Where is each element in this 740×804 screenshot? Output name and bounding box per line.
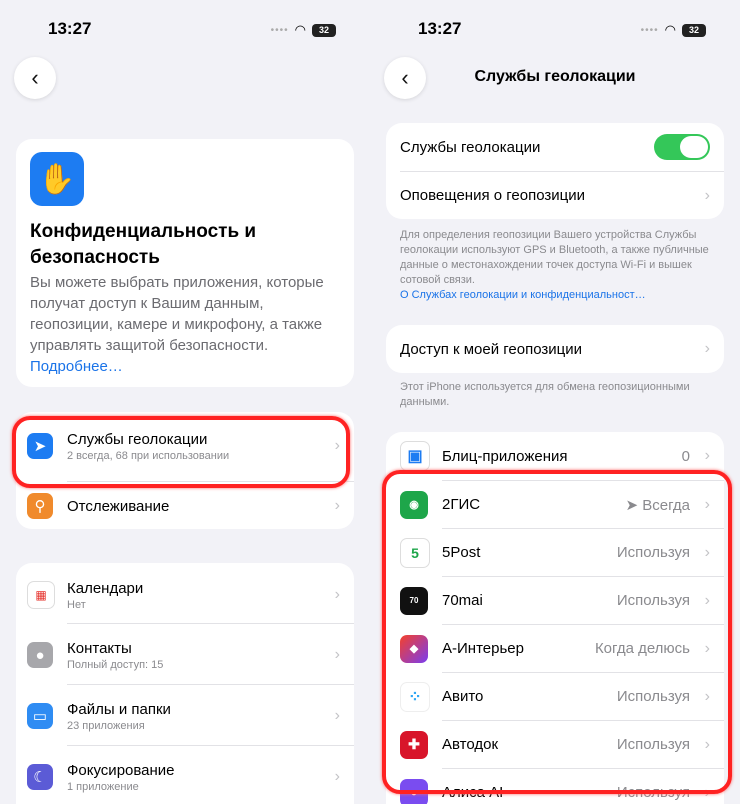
chevron-left-icon: ‹ bbox=[31, 65, 39, 90]
tracking-icon: ⚲ bbox=[27, 493, 53, 519]
status-time: 13:27 bbox=[48, 19, 92, 38]
highlight-location-row bbox=[12, 416, 350, 488]
row-title: Отслеживание bbox=[67, 497, 170, 515]
row-subtitle: Полный доступ: 15 bbox=[67, 658, 164, 671]
chevron-right-icon: › bbox=[704, 186, 710, 204]
row-contacts[interactable]: ● Контакты Полный доступ: 15 › bbox=[16, 631, 354, 679]
status-bar: 13:27 •••• ◠ 32 bbox=[0, 0, 370, 52]
share-location-group: Доступ к моей геопозиции › bbox=[386, 325, 724, 373]
row-subtitle: Нет bbox=[67, 598, 86, 611]
row-title: Фокусирование bbox=[67, 761, 175, 779]
row-tracking[interactable]: ⚲ Отслеживание › bbox=[16, 484, 354, 528]
more-link[interactable]: Подробнее… bbox=[30, 358, 123, 375]
row-title: Контакты bbox=[67, 639, 132, 657]
status-time: 13:27 bbox=[418, 19, 462, 38]
wifi-icon: ◠ bbox=[294, 22, 306, 37]
row-focus[interactable]: ☾ Фокусирование 1 приложение › bbox=[16, 753, 354, 801]
contacts-icon: ● bbox=[27, 642, 53, 668]
chevron-right-icon: › bbox=[334, 707, 340, 724]
privacy-info-link[interactable]: О Службах геолокации и конфиденциальност… bbox=[400, 289, 646, 301]
status-icons: •••• ◠ 32 bbox=[641, 22, 706, 38]
divider bbox=[67, 745, 354, 746]
app-name: Блиц-приложения bbox=[442, 447, 568, 465]
status-icons: •••• ◠ 32 bbox=[271, 22, 336, 38]
wifi-icon: ◠ bbox=[664, 22, 676, 37]
permissions-group: ▦ Календари Нет › ● Контакты Полный дост… bbox=[16, 563, 354, 804]
page-title: Конфиденциальность и безопасность bbox=[30, 221, 257, 268]
battery-icon: 32 bbox=[682, 23, 706, 37]
highlight-apps-list bbox=[382, 470, 732, 794]
app-clips-icon: ▣ bbox=[400, 441, 430, 471]
battery-icon: 32 bbox=[312, 23, 336, 37]
divider bbox=[67, 684, 354, 685]
row-title: Файлы и папки bbox=[67, 700, 171, 718]
note-text: Для определения геопозиции Вашего устрой… bbox=[400, 229, 709, 286]
chevron-right-icon: › bbox=[334, 768, 340, 785]
share-note: Этот iPhone используется для обмена геоп… bbox=[400, 381, 690, 408]
location-info-note: Для определения геопозиции Вашего устрой… bbox=[400, 228, 714, 303]
row-subtitle: 1 приложение bbox=[67, 780, 139, 793]
row-title: Службы геолокации bbox=[400, 138, 541, 156]
privacy-hero-card: ✋ Конфиденциальность и безопасность Вы м… bbox=[16, 139, 354, 387]
back-button[interactable]: ‹ bbox=[14, 57, 56, 99]
row-files[interactable]: ▭ Файлы и папки 23 приложения › bbox=[16, 692, 354, 740]
description-text: Вы можете выбрать приложения, которые по… bbox=[30, 274, 324, 354]
chevron-right-icon: › bbox=[704, 340, 710, 357]
chevron-right-icon: › bbox=[334, 646, 340, 663]
calendar-icon: ▦ bbox=[27, 581, 55, 609]
row-title: Оповещения о геопозиции bbox=[400, 187, 585, 204]
row-share-location[interactable]: Доступ к моей геопозиции › bbox=[386, 325, 724, 373]
app-value: 0 bbox=[681, 447, 690, 465]
folder-icon: ▭ bbox=[27, 703, 53, 729]
chevron-right-icon: › bbox=[704, 447, 710, 464]
row-calendars[interactable]: ▦ Календари Нет › bbox=[16, 571, 354, 619]
status-bar: 13:27 •••• ◠ 32 bbox=[370, 0, 740, 52]
hand-raised-icon: ✋ bbox=[30, 152, 84, 206]
chevron-right-icon: › bbox=[334, 586, 340, 603]
row-title: Доступ к моей геопозиции bbox=[400, 340, 582, 358]
location-toggle-group: Службы геолокации Оповещения о геопозици… bbox=[386, 123, 724, 219]
page-description: Вы можете выбрать приложения, которые по… bbox=[30, 272, 342, 377]
signal-icon: •••• bbox=[640, 24, 659, 36]
privacy-screen: 13:27 •••• ◠ 32 ‹ ✋ Конфиденциальность и… bbox=[0, 0, 370, 804]
chevron-right-icon: › bbox=[334, 497, 340, 514]
location-services-toggle[interactable] bbox=[654, 134, 710, 160]
row-subtitle: 23 приложения bbox=[67, 719, 145, 732]
divider bbox=[67, 623, 354, 624]
moon-icon: ☾ bbox=[27, 764, 53, 790]
nav-title: Службы геолокации bbox=[474, 68, 636, 85]
row-location-toggle: Службы геолокации bbox=[386, 123, 724, 171]
row-location-alerts[interactable]: Оповещения о геопозиции › bbox=[386, 172, 724, 219]
signal-icon: •••• bbox=[270, 24, 289, 36]
location-services-screen: 13:27 •••• ◠ 32 ‹ Службы геолокации Служ… bbox=[370, 0, 740, 804]
row-title: Календари bbox=[67, 579, 144, 597]
